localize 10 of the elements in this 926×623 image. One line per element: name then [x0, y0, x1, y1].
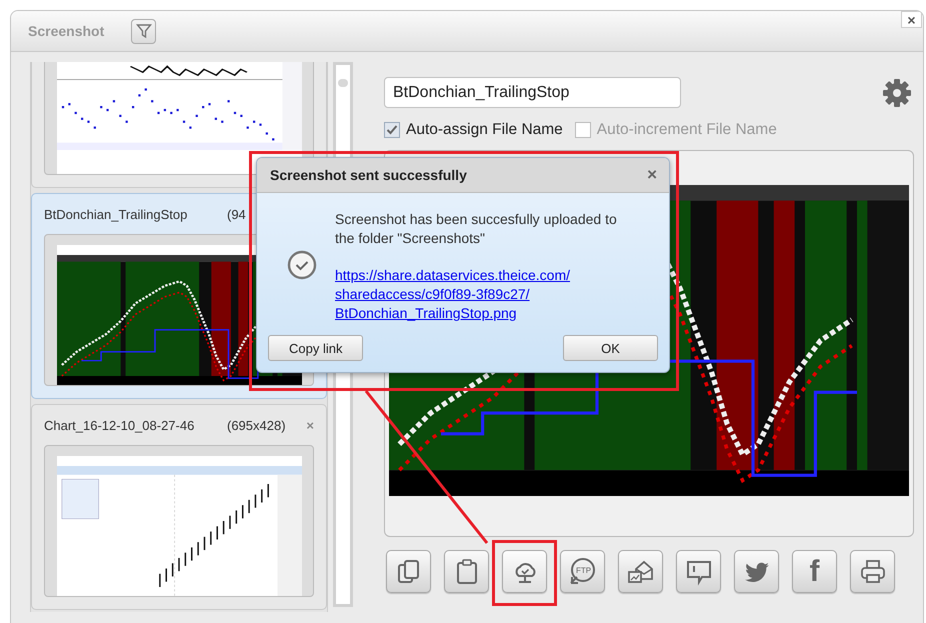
dialog-title: Screenshot sent successfully [270, 167, 468, 183]
card-title: Chart_16-12-10_08-27-46 [44, 418, 196, 432]
checkbox-label: Auto-increment File Name [596, 121, 777, 139]
checkbox-label: Auto-assign File Name [406, 121, 563, 139]
image-size: (695x428) [227, 418, 286, 432]
facebook-icon: f [810, 556, 820, 586]
card-title: BtDonchian_TrailingStop [44, 206, 188, 222]
image-size: (94 [227, 206, 246, 222]
dialog-message: Screenshot has been succesfully uploaded to the folder "Screenshots" [335, 210, 618, 248]
window-title: Screenshot [28, 23, 104, 39]
